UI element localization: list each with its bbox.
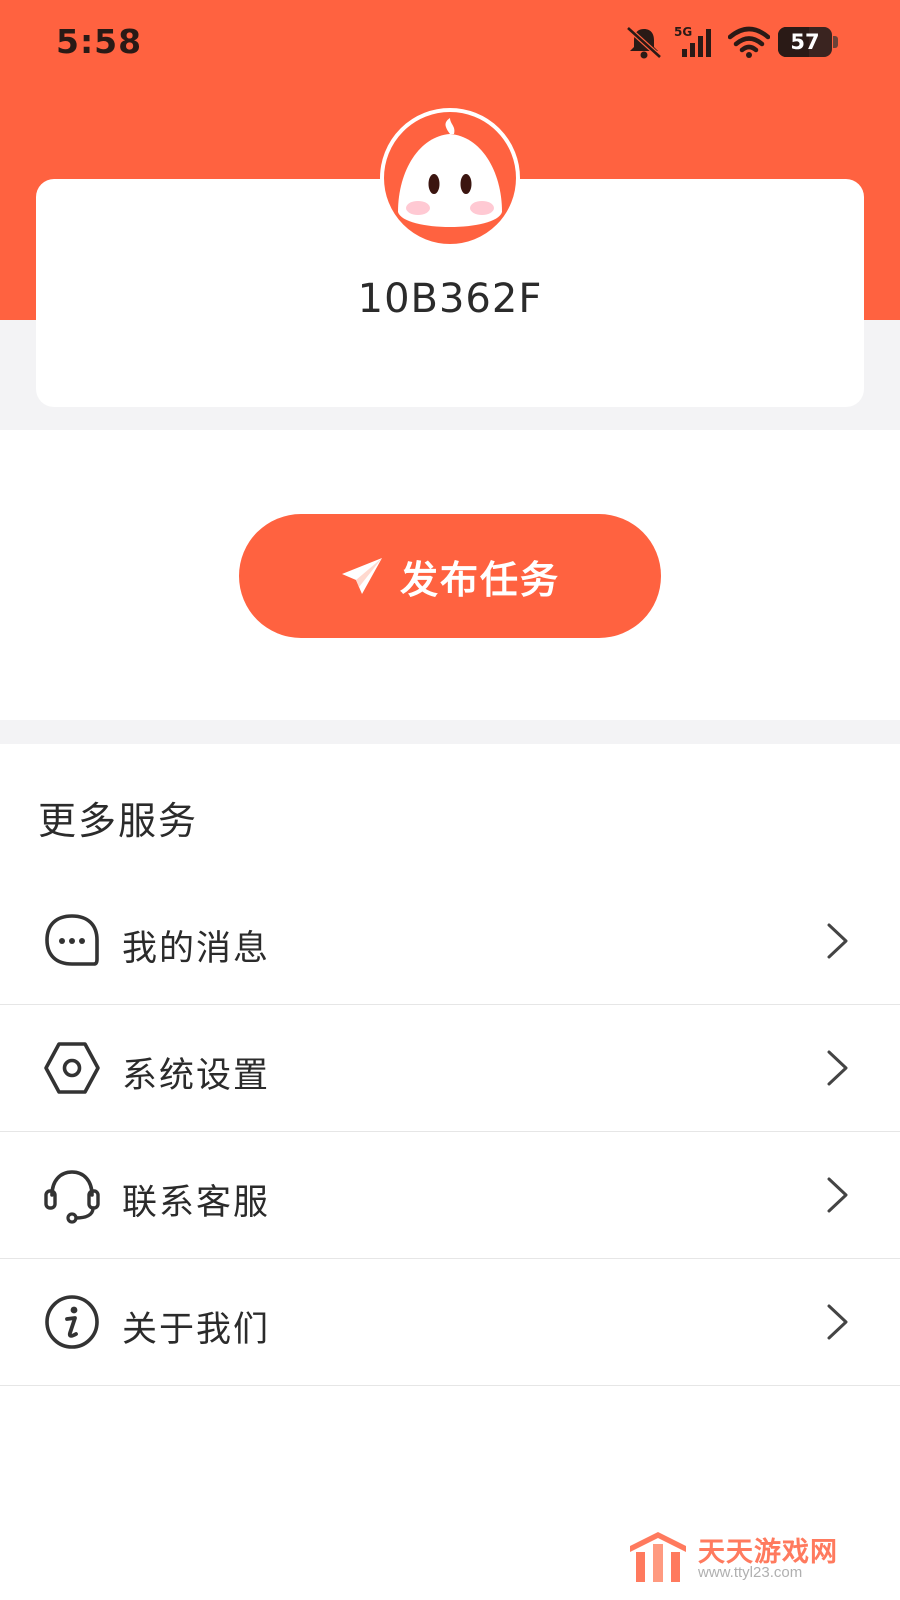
mascot-avatar-icon — [398, 118, 502, 227]
cellular-signal-icon: 5G — [674, 25, 711, 57]
menu-item-messages[interactable]: 我的消息 — [0, 878, 900, 1005]
wifi-icon — [728, 26, 770, 58]
publish-task-label: 发布任务 — [399, 557, 560, 602]
status-bar: 5:58 5G 57 — [0, 0, 900, 86]
paper-plane-icon — [341, 558, 382, 594]
chat-bubble-icon — [45, 914, 99, 966]
battery-icon: 57 — [778, 27, 838, 57]
profile-page: 5:58 5G 57 10B362F 发布任务 更多服务 我的消息 系统设置 联… — [0, 0, 900, 1600]
menu-item-customer-service[interactable]: 联系客服 — [0, 1132, 900, 1259]
services-menu: 我的消息 系统设置 联系客服 关于我们 — [0, 878, 900, 1386]
menu-item-about-us[interactable]: 关于我们 — [0, 1259, 900, 1386]
watermark-logo-icon — [630, 1532, 686, 1582]
menu-item-settings[interactable]: 系统设置 — [0, 1005, 900, 1132]
watermark: 天天游戏网 www.ttyl23.com — [628, 1530, 858, 1586]
watermark-url: www.ttyl23.com — [698, 1564, 803, 1581]
menu-item-label: 关于我们 — [122, 1310, 271, 1350]
username: 10B362F — [357, 276, 543, 322]
hexagon-settings-icon — [44, 1042, 100, 1094]
menu-item-label: 系统设置 — [122, 1056, 271, 1096]
network-type-label: 5G — [674, 25, 692, 39]
status-time: 5:58 — [56, 22, 143, 61]
status-icons: 5G 57 — [624, 24, 838, 60]
section-divider — [0, 720, 900, 744]
menu-item-label: 联系客服 — [122, 1183, 271, 1223]
chevron-right-icon — [827, 923, 848, 959]
more-services-title: 更多服务 — [38, 799, 199, 843]
battery-cap — [833, 36, 838, 48]
publish-task-button[interactable]: 发布任务 — [239, 514, 661, 638]
headset-icon — [44, 1170, 100, 1224]
chevron-right-icon — [827, 1304, 848, 1340]
mute-bell-icon — [626, 26, 662, 59]
menu-item-label: 我的消息 — [122, 929, 271, 969]
chevron-right-icon — [827, 1177, 848, 1213]
info-icon — [45, 1295, 99, 1349]
chevron-right-icon — [827, 1050, 848, 1086]
battery-level: 57 — [790, 30, 820, 54]
battery-body: 57 — [778, 27, 832, 57]
avatar[interactable] — [380, 108, 520, 248]
